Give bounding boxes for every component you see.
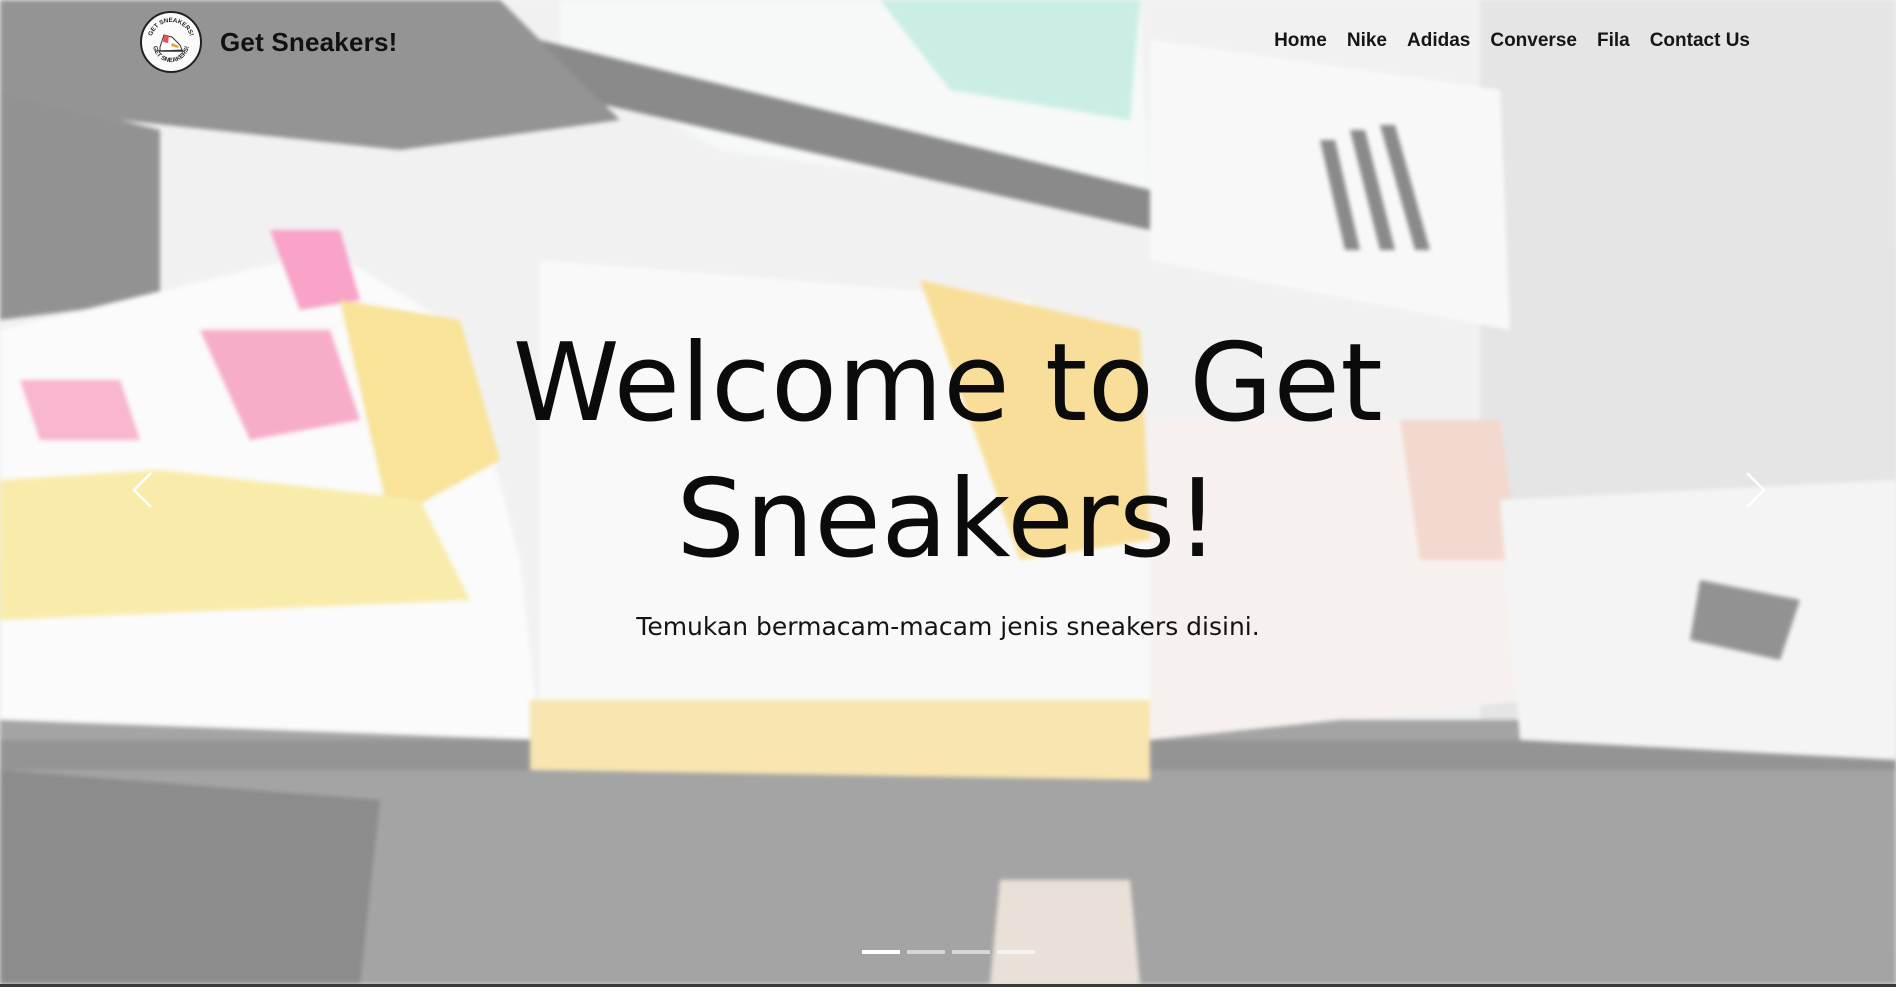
carousel-next-button[interactable] — [1726, 460, 1786, 520]
hero-caption: Welcome to Get Sneakers! Temukan bermaca… — [0, 316, 1896, 641]
nav-fila[interactable]: Fila — [1597, 30, 1630, 52]
carousel-indicator-2[interactable] — [906, 950, 945, 954]
hero-subtitle: Temukan bermacam-macam jenis sneakers di… — [636, 612, 1260, 641]
carousel-indicator-3[interactable] — [951, 950, 990, 954]
carousel-indicators — [0, 950, 1896, 954]
carousel-indicator-4[interactable] — [996, 950, 1035, 954]
nav-menu: Home Nike Adidas Converse Fila Contact U… — [1254, 30, 1750, 52]
chevron-right-icon — [1746, 472, 1766, 508]
brand-name: Get Sneakers! — [220, 26, 398, 57]
sneaker-logo-icon: GET SNEAKERS! GET SNEAKERS! — [140, 11, 202, 73]
hero-title: Welcome to Get Sneakers! — [512, 321, 1384, 582]
nav-converse[interactable]: Converse — [1490, 30, 1577, 52]
brand-link[interactable]: GET SNEAKERS! GET SNEAKERS! Get Sneakers… — [140, 11, 398, 73]
nav-adidas[interactable]: Adidas — [1407, 30, 1470, 52]
carousel-indicator-1[interactable] — [861, 950, 900, 954]
chevron-left-icon — [132, 472, 152, 508]
nav-nike[interactable]: Nike — [1347, 30, 1387, 52]
carousel-prev-button[interactable] — [112, 460, 172, 520]
svg-text:GET SNEAKERS!: GET SNEAKERS! — [147, 17, 195, 37]
nav-contact-us[interactable]: Contact Us — [1650, 30, 1750, 52]
nav-home[interactable]: Home — [1274, 30, 1327, 52]
navbar: GET SNEAKERS! GET SNEAKERS! Get Sneakers… — [0, 0, 1896, 86]
